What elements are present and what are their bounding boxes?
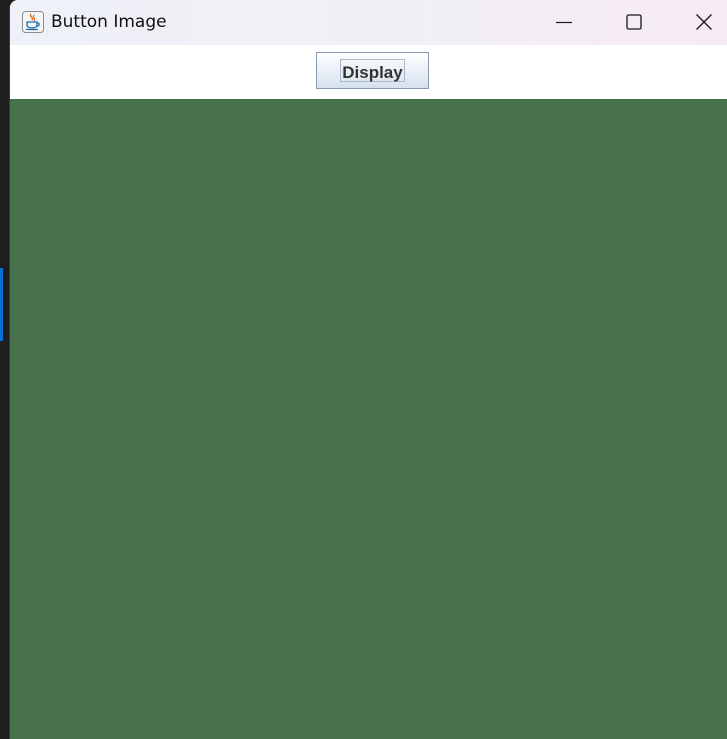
display-button-label: Display — [342, 63, 403, 82]
app-window: Button Image Display — [10, 0, 727, 739]
minimize-button[interactable] — [529, 0, 599, 45]
title-bar[interactable]: Button Image — [10, 0, 727, 45]
desktop: Button Image Display — [0, 0, 727, 739]
window-title: Button Image — [51, 12, 167, 32]
button-panel: Display — [10, 45, 727, 99]
close-icon — [696, 14, 712, 30]
close-button[interactable] — [669, 0, 727, 45]
maximize-icon — [626, 14, 642, 30]
taskbar-accent — [0, 268, 3, 341]
display-button[interactable]: Display — [316, 52, 429, 89]
maximize-button[interactable] — [599, 0, 669, 45]
image-canvas — [10, 99, 727, 739]
minimize-icon — [556, 21, 572, 24]
java-cup-icon — [22, 11, 44, 33]
